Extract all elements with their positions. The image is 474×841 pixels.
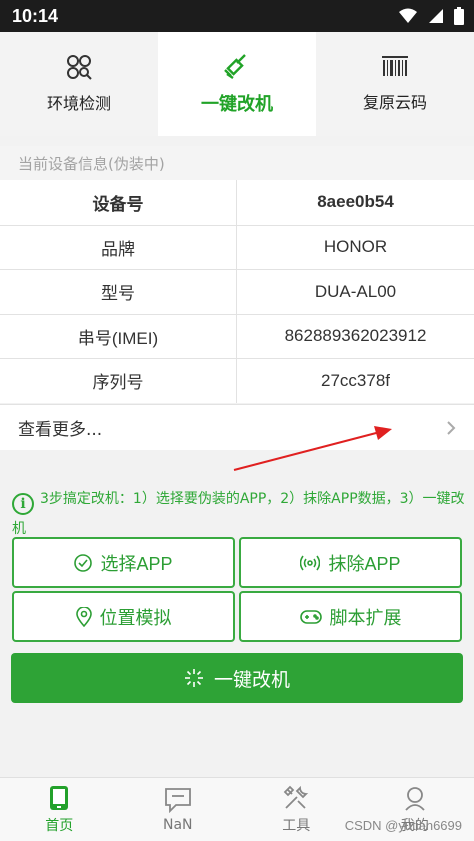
erase-signal-icon <box>300 555 321 570</box>
tools-icon <box>283 785 309 809</box>
signal-icon <box>429 9 443 23</box>
row-value: DUA-AL00 <box>314 281 397 301</box>
nav-tools[interactable]: 工具 <box>237 778 356 841</box>
hint-text: 3步搞定改机：1）选择要伪装的APP，2）抹除APP数据，3）一键改机 <box>12 491 465 537</box>
device-info-header: 当前设备信息(伪装中) <box>0 146 474 180</box>
location-pin-icon <box>75 606 92 627</box>
watermark: CSDN @yutian6699 <box>344 818 462 833</box>
row-key: 品牌 <box>0 225 237 269</box>
wifi-icon <box>399 8 417 23</box>
action-button-grid: 选择APP 抹除APP 位置模拟 脚本扩展 <box>12 537 462 642</box>
erase-app-button[interactable]: 抹除APP <box>239 537 462 588</box>
table-row: 串号(IMEI) 862889362023912 <box>0 313 474 358</box>
check-circle-icon <box>74 553 93 572</box>
broom-icon <box>224 54 246 79</box>
row-value: HONOR <box>323 237 388 257</box>
row-key: 设备号 <box>0 180 237 225</box>
tab-label: 环境检测 <box>46 94 111 113</box>
row-value: 862889362023912 <box>284 326 427 346</box>
nav-label: 首页 <box>45 817 74 834</box>
select-app-button[interactable]: 选择APP <box>12 537 235 588</box>
status-time: 10:14 <box>12 5 59 26</box>
tab-label: 一键改机 <box>201 94 273 115</box>
top-tabs: 环境检测 一键改机 复原云码 <box>0 32 474 136</box>
tab-environment-detect[interactable]: 环境检测 <box>0 32 158 136</box>
detect-icon <box>67 55 92 80</box>
nav-home[interactable]: 首页 <box>0 778 119 841</box>
table-row: 型号 DUA-AL00 <box>0 269 474 314</box>
select-app-label: 选择APP <box>100 553 173 574</box>
table-row: 设备号 8aee0b54 <box>0 180 474 225</box>
tab-one-key-change[interactable]: 一键改机 <box>158 32 316 136</box>
row-value: 27cc378f <box>321 370 390 390</box>
status-bar: 10:14 <box>0 0 474 32</box>
tab-label: 复原云码 <box>362 93 427 112</box>
status-icons <box>398 7 464 25</box>
tab-restore-code[interactable]: 复原云码 <box>316 32 474 136</box>
row-value: 8aee0b54 <box>317 192 394 212</box>
gamepad-icon <box>299 609 322 624</box>
location-simulate-button[interactable]: 位置模拟 <box>12 591 235 642</box>
row-key: 型号 <box>0 270 237 314</box>
hint-text-block: i 3步搞定改机：1）选择要伪装的APP，2）抹除APP数据，3）一键改机 <box>12 485 467 543</box>
info-icon: i <box>12 493 34 515</box>
row-key: 串号(IMEI) <box>0 314 237 358</box>
battery-icon <box>454 7 464 25</box>
one-key-change-label: 一键改机 <box>213 668 290 691</box>
nav-label: NaN <box>162 816 193 833</box>
nav-nan[interactable]: NaN <box>119 778 238 841</box>
nav-label: 工具 <box>282 817 311 834</box>
device-info-table: 设备号 8aee0b54 品牌 HONOR 型号 DUA-AL00 串号(IME… <box>0 180 474 403</box>
person-icon <box>405 786 425 811</box>
table-row: 品牌 HONOR <box>0 224 474 269</box>
view-more-row[interactable]: 查看更多... <box>0 404 474 450</box>
chat-icon <box>164 787 191 813</box>
view-more-label: 查看更多... <box>18 420 103 440</box>
one-key-change-button[interactable]: 一键改机 <box>11 653 463 703</box>
script-extension-label: 脚本扩展 <box>329 607 402 628</box>
chevron-right-icon <box>447 420 456 435</box>
phone-icon <box>50 785 69 810</box>
table-row: 序列号 27cc378f <box>0 358 474 403</box>
row-key: 序列号 <box>0 359 237 403</box>
erase-app-label: 抹除APP <box>328 553 401 574</box>
barcode-icon <box>382 56 408 76</box>
script-extension-button[interactable]: 脚本扩展 <box>239 591 462 642</box>
location-simulate-label: 位置模拟 <box>99 607 172 628</box>
sparkle-icon <box>184 669 203 687</box>
